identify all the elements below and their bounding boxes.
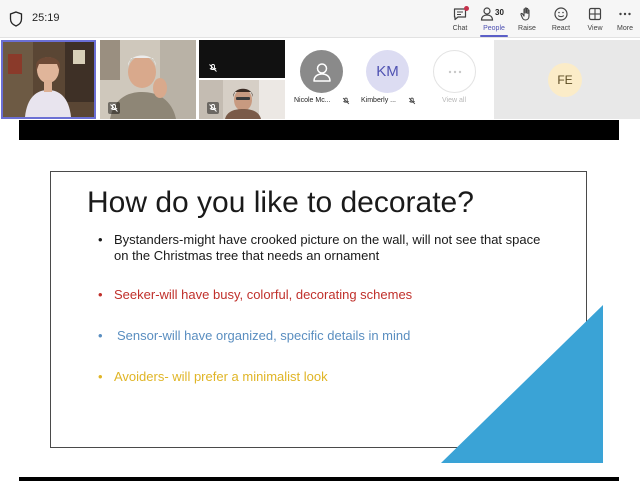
view-button[interactable]: View: [578, 5, 612, 35]
meeting-toolbar: 25:19 Chat 30 People Raise React View Mo…: [0, 0, 640, 38]
participant-avatar-nicole[interactable]: [300, 50, 343, 93]
grid-view-icon: [588, 7, 602, 21]
mic-off-icon: [108, 102, 120, 114]
shared-content-stage: How do you like to decorate? • Bystander…: [0, 120, 640, 481]
people-icon: [480, 7, 494, 21]
mic-off-icon: [209, 64, 217, 72]
mic-off-icon: [342, 97, 350, 105]
meeting-timer: 25:19: [32, 12, 60, 24]
participant-video-active-speaker[interactable]: [1, 40, 96, 119]
participant-video-3[interactable]: [199, 40, 285, 78]
react-button[interactable]: React: [544, 5, 578, 35]
participant-video-frame: [3, 42, 94, 117]
bullet-dot: •: [98, 287, 103, 302]
bullet-text: Seeker-will have busy, colorful, decorat…: [114, 287, 413, 302]
more-button[interactable]: More: [611, 5, 639, 35]
chat-notification-dot: [464, 6, 469, 11]
person-icon: [312, 62, 331, 82]
bullet-dot: •: [98, 369, 103, 384]
react-label: React: [551, 25, 571, 32]
slide-top-border: [19, 120, 619, 140]
participant-name-nicole: Nicole Mc...: [294, 97, 331, 104]
smiley-icon: [554, 7, 568, 21]
participant-video-2[interactable]: [100, 40, 196, 119]
bullet-dot: •: [98, 232, 103, 247]
view-all-label: View all: [442, 97, 466, 104]
fe-initials: FE: [557, 73, 573, 87]
slide-bullet-seeker: • Seeker-will have busy, colorful, decor…: [98, 287, 413, 303]
participant-tile-fe[interactable]: FE: [494, 40, 640, 119]
mic-off-icon: [408, 97, 416, 105]
view-all-button[interactable]: [433, 50, 476, 93]
bullet-dot: •: [98, 328, 103, 343]
slide-bullet-sensor: • Sensor-will have organized, specific d…: [98, 328, 411, 344]
kimberly-initials: KM: [376, 63, 399, 80]
more-dots-icon: [619, 12, 631, 16]
bullet-text: Avoiders- will prefer a minimalist look: [114, 369, 328, 384]
slide-bottom-border: [19, 477, 619, 481]
slide-bullet-bystanders: • Bystanders-might have crooked picture …: [98, 232, 544, 263]
raise-hand-button[interactable]: Raise: [510, 5, 544, 35]
slide-bullet-avoiders: • Avoiders- will prefer a minimalist loo…: [98, 369, 328, 385]
slide-title: How do you like to decorate?: [87, 186, 474, 219]
more-dots-icon: [448, 70, 461, 73]
raise-label: Raise: [518, 25, 536, 32]
people-count: 30: [495, 8, 504, 17]
more-label: More: [617, 25, 633, 32]
raise-hand-icon: [520, 7, 530, 21]
participant-video-4[interactable]: [199, 80, 285, 119]
people-label: People: [483, 25, 505, 32]
bullet-text: Sensor-will have organized, specific det…: [117, 328, 411, 343]
mic-off-icon: [207, 102, 219, 114]
chat-label: Chat: [452, 25, 468, 32]
bullet-text: Bystanders-might have crooked picture on…: [114, 232, 541, 263]
participant-name-kimberly: Kimberly ...: [361, 97, 397, 104]
view-label: View: [587, 25, 603, 32]
participant-strip: Nicole Mc... KM Kimberly ... View all FE: [0, 39, 640, 120]
chat-button[interactable]: Chat: [443, 5, 477, 35]
slide-accent-triangle: [441, 305, 603, 463]
shield-icon: [9, 11, 23, 27]
people-button[interactable]: 30 People: [476, 5, 512, 37]
participant-avatar-fe: FE: [548, 63, 582, 97]
participant-avatar-kimberly[interactable]: KM: [366, 50, 409, 93]
